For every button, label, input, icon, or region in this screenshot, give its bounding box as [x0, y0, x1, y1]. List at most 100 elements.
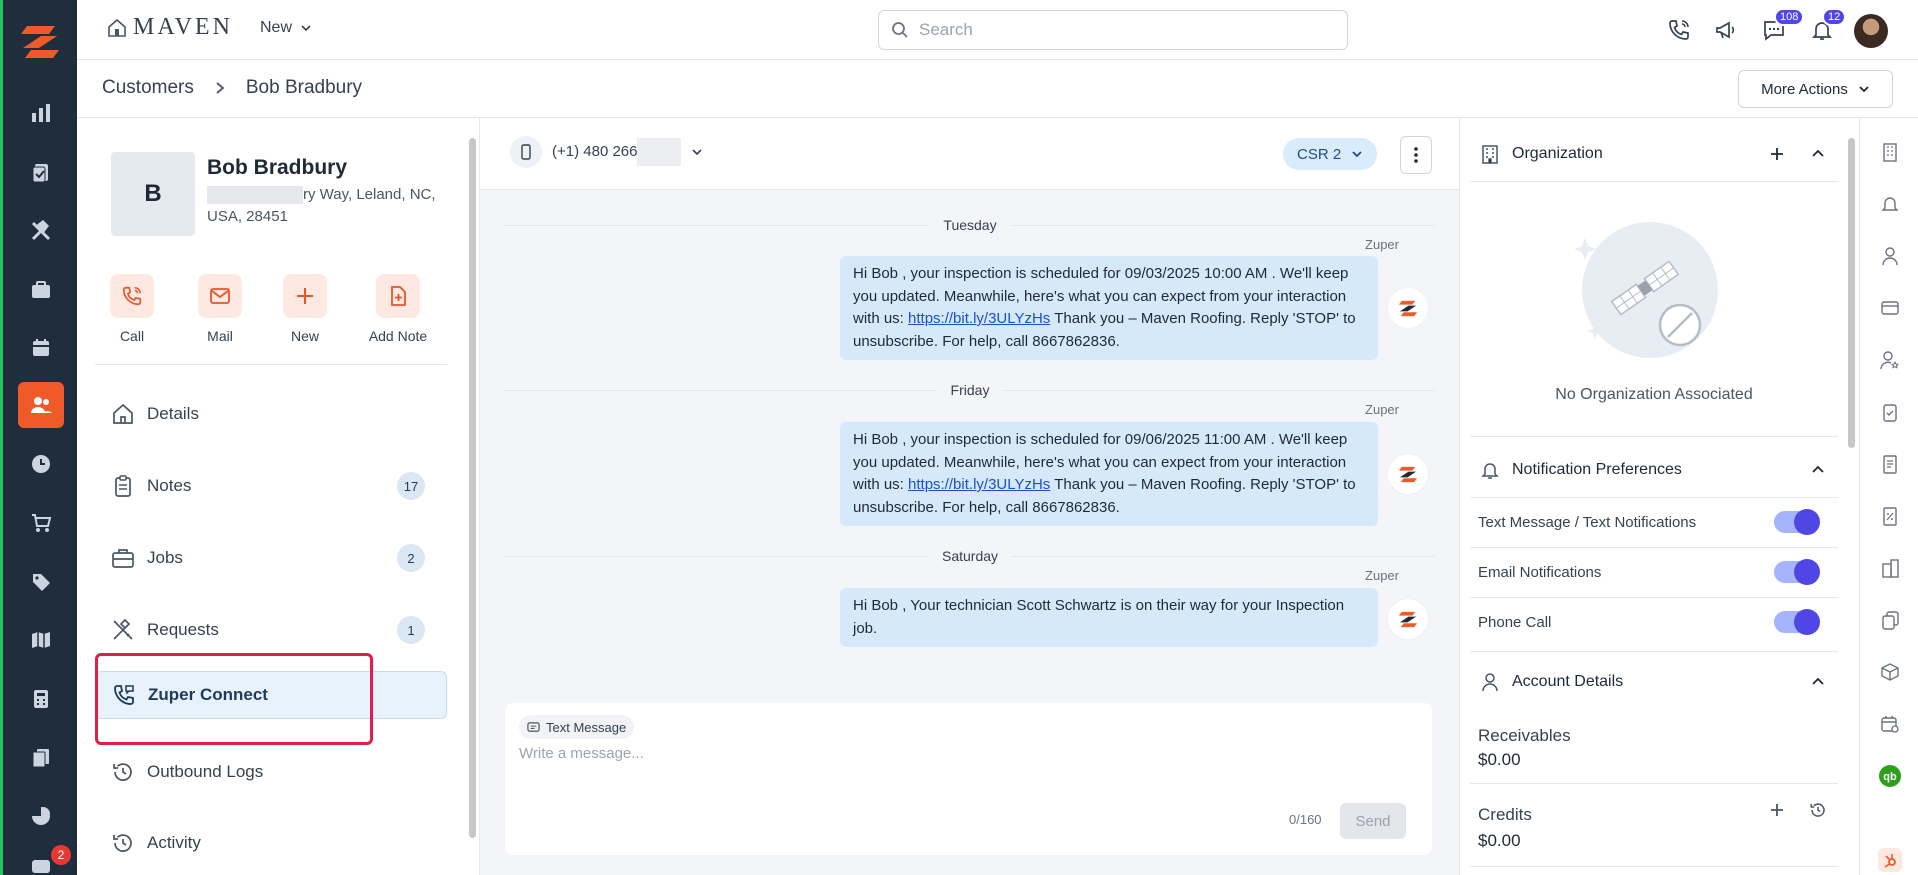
documents-icon[interactable]: [18, 735, 64, 781]
csr-selector[interactable]: CSR 2: [1283, 138, 1378, 170]
conversation-header: (+1) 480 266 CSR 2: [480, 118, 1459, 190]
message-text: Hi Bob , Your technician Scott Schwartz …: [853, 597, 1345, 637]
phone-call-icon[interactable]: [1663, 14, 1695, 46]
calculator-icon[interactable]: [18, 676, 64, 722]
zuper-avatar-icon: [1388, 599, 1428, 639]
tag-icon[interactable]: [18, 559, 64, 605]
message-input[interactable]: [519, 745, 1399, 805]
add-organization-plus-icon[interactable]: [1765, 142, 1789, 166]
briefcase-icon[interactable]: [18, 267, 64, 313]
mobile-icon: [510, 136, 542, 168]
message-sender: Zuper: [1365, 237, 1399, 252]
messages-icon[interactable]: 108: [1758, 8, 1805, 46]
phone-number-selector[interactable]: (+1) 480 266: [510, 136, 703, 168]
text-notifications-toggle[interactable]: [1774, 509, 1820, 535]
divider: [1470, 866, 1838, 867]
cube-icon[interactable]: [1878, 660, 1902, 684]
reports-icon[interactable]: [18, 90, 64, 136]
nav-jobs-label: Jobs: [147, 548, 183, 567]
new-menu-button[interactable]: New: [260, 19, 312, 37]
breadcrumb: Customers Bob Bradbury: [102, 77, 362, 99]
channel-selector[interactable]: Text Message: [519, 715, 635, 739]
breadcrumb-bar: Customers Bob Bradbury More Actions: [77, 60, 1918, 118]
customers-icon[interactable]: [18, 382, 64, 428]
message-sender: Zuper: [1365, 568, 1399, 583]
notification-preferences-title: Notification Preferences: [1512, 461, 1682, 478]
document-icon[interactable]: [1878, 452, 1902, 476]
briefcase-icon: [111, 546, 135, 570]
call-action[interactable]: Call: [92, 274, 172, 344]
quickbooks-icon[interactable]: qb: [1878, 764, 1902, 788]
nav-activity[interactable]: Activity: [95, 819, 447, 867]
details-panel-scrollbar[interactable]: [1843, 118, 1859, 875]
calendar-icon[interactable]: [18, 325, 64, 371]
add-note-action[interactable]: Add Note: [358, 274, 438, 344]
office-building-icon[interactable]: [1878, 556, 1902, 580]
scrollbar-thumb[interactable]: [1848, 138, 1855, 448]
plus-icon[interactable]: [283, 274, 327, 318]
megaphone-icon[interactable]: [1710, 14, 1742, 46]
collapse-chevron-up-icon[interactable]: [1806, 670, 1830, 694]
kebab-menu-icon[interactable]: [1400, 136, 1432, 174]
new-label: New: [290, 328, 319, 344]
nav-zuper-connect[interactable]: Zuper Connect: [95, 671, 447, 719]
notifications-count-badge: 12: [1822, 8, 1847, 26]
breadcrumb-customers-link[interactable]: Customers: [102, 77, 194, 99]
clipboard-check-icon[interactable]: [18, 149, 64, 195]
nav-outbound-logs-label: Outbound Logs: [147, 762, 264, 781]
message-link[interactable]: https://bit.ly/3ULYzHs: [908, 310, 1050, 327]
credits-label: Credits: [1478, 805, 1532, 824]
add-credit-plus-icon[interactable]: [1765, 798, 1789, 822]
character-counter: 0/160: [1289, 812, 1322, 827]
phone-call-toggle[interactable]: [1774, 609, 1820, 635]
tools-icon[interactable]: [18, 208, 64, 254]
user-icon[interactable]: [1878, 244, 1902, 268]
customer-panel-scrollbar[interactable]: [466, 118, 480, 875]
credit-history-icon[interactable]: [1806, 798, 1830, 822]
user-star-icon[interactable]: [1878, 348, 1902, 372]
search-input[interactable]: [919, 20, 1319, 40]
hubspot-icon[interactable]: [1878, 848, 1902, 872]
cart-icon[interactable]: [18, 500, 64, 546]
email-notifications-toggle[interactable]: [1774, 559, 1820, 585]
pie-chart-icon[interactable]: [18, 793, 64, 839]
credit-card-icon[interactable]: [1878, 296, 1902, 320]
note-add-icon[interactable]: [376, 274, 420, 318]
scrollbar-thumb[interactable]: [469, 138, 476, 838]
history-icon: [111, 760, 135, 784]
nav-details[interactable]: Details: [95, 390, 447, 438]
user-icon: [1480, 672, 1500, 692]
calendar-settings-icon[interactable]: [1878, 712, 1902, 736]
map-icon[interactable]: [18, 617, 64, 663]
building-icon[interactable]: [1878, 140, 1902, 164]
percent-document-icon[interactable]: [1878, 504, 1902, 528]
zuper-logo-icon[interactable]: [17, 18, 63, 64]
message-bubble: Hi Bob , your inspection is scheduled fo…: [840, 256, 1378, 360]
message-link[interactable]: https://bit.ly/3ULYzHs: [908, 476, 1050, 493]
house-icon: [107, 18, 127, 38]
notes-count-badge: 17: [397, 472, 425, 500]
collapse-chevron-up-icon[interactable]: [1806, 142, 1830, 166]
nav-jobs[interactable]: Jobs 2: [95, 534, 447, 582]
global-search[interactable]: [878, 10, 1348, 50]
bell-settings-icon[interactable]: [1878, 192, 1902, 216]
csr-label: CSR 2: [1297, 145, 1342, 163]
nav-requests[interactable]: Requests 1: [95, 606, 447, 654]
collapse-chevron-up-icon[interactable]: [1806, 458, 1830, 482]
nav-outbound-logs[interactable]: Outbound Logs: [95, 748, 447, 796]
mail-icon[interactable]: [198, 274, 242, 318]
phone-icon[interactable]: [110, 274, 154, 318]
user-avatar[interactable]: [1854, 14, 1888, 48]
send-button[interactable]: Send: [1340, 803, 1406, 839]
app-sidebar: 2: [0, 0, 77, 875]
clipboard-check-icon[interactable]: [1878, 400, 1902, 424]
new-action[interactable]: New: [265, 274, 345, 344]
brand-logo[interactable]: MAVEN: [107, 14, 233, 41]
nav-notes[interactable]: Notes 17: [95, 462, 447, 510]
bell-icon[interactable]: 12: [1806, 8, 1847, 46]
clock-icon[interactable]: [18, 441, 64, 487]
day-separator: Saturday: [505, 546, 1435, 566]
more-actions-button[interactable]: More Actions: [1738, 70, 1893, 108]
mail-action[interactable]: Mail: [180, 274, 260, 344]
copy-icon[interactable]: [1878, 608, 1902, 632]
